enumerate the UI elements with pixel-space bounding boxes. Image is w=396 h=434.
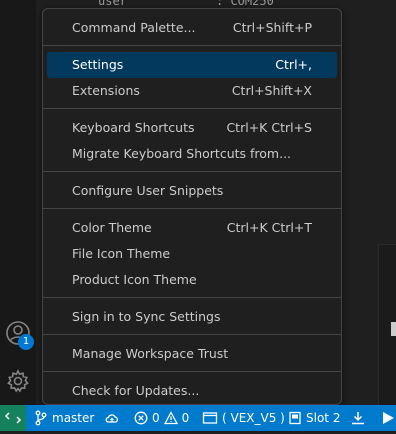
menu-item-label: Command Palette... (72, 20, 196, 35)
menu-item-label: Manage Workspace Trust (72, 346, 229, 361)
error-count: 0 (152, 411, 160, 425)
menu-separator (43, 371, 341, 372)
problems-status[interactable]: 0 0 (134, 405, 189, 431)
menu-item-sync-settings[interactable]: Sign in to Sync Settings (47, 304, 337, 330)
menu-item-keyboard-shortcuts[interactable]: Keyboard Shortcuts Ctrl+K Ctrl+S (47, 115, 337, 141)
editor-text-fragment: : COM250 (216, 0, 274, 8)
slot-status[interactable]: Slot 2 (288, 405, 340, 431)
activity-bar: 1 (0, 0, 36, 405)
menu-item-extensions[interactable]: Extensions Ctrl+Shift+X (47, 78, 337, 104)
menu-item-label: Sign in to Sync Settings (72, 309, 221, 324)
menu-item-user-snippets[interactable]: Configure User Snippets (47, 178, 337, 204)
menu-separator (43, 297, 341, 298)
error-icon (134, 411, 148, 425)
accounts-badge: 1 (18, 334, 34, 350)
menu-item-shortcut: Ctrl+Shift+X (231, 83, 312, 98)
menu-separator (43, 208, 341, 209)
menu-item-product-icon-theme[interactable]: Product Icon Theme (47, 267, 337, 293)
cloud-upload-icon (105, 414, 118, 423)
remote-indicator[interactable] (0, 405, 26, 431)
sync-status[interactable] (104, 405, 120, 431)
project-status[interactable]: ( VEX_V5 ) (202, 405, 285, 431)
run-button[interactable] (380, 405, 396, 431)
warning-icon (163, 411, 178, 425)
menu-item-label: Migrate Keyboard Shortcuts from... (72, 146, 292, 161)
warning-count: 0 (181, 411, 190, 425)
branch-status[interactable]: master (34, 405, 94, 431)
menu-item-label: Configure User Snippets (72, 183, 224, 198)
menu-item-label: Product Icon Theme (72, 272, 197, 287)
menu-item-shortcut: Ctrl+Shift+P (232, 20, 312, 35)
menu-separator (43, 171, 341, 172)
menu-separator (43, 334, 341, 335)
menu-item-check-updates[interactable]: Check for Updates... (47, 378, 337, 404)
menu-item-shortcut: Ctrl+, (275, 57, 312, 72)
editor-text-fragment: user (98, 0, 127, 8)
branch-name: master (52, 411, 95, 425)
menu-item-shortcut: Ctrl+K Ctrl+S (226, 120, 312, 135)
manage-menu: Command Palette... Ctrl+Shift+P Settings… (42, 8, 342, 405)
remote-icon (4, 412, 22, 424)
menu-item-command-palette[interactable]: Command Palette... Ctrl+Shift+P (47, 15, 337, 41)
download-button[interactable] (350, 405, 366, 431)
play-icon (383, 412, 394, 424)
menu-item-workspace-trust[interactable]: Manage Workspace Trust (47, 341, 337, 367)
menu-item-file-icon-theme[interactable]: File Icon Theme (47, 241, 337, 267)
download-icon (352, 412, 364, 425)
slot-name: Slot 2 (306, 411, 341, 425)
status-bar: master 0 0 ( VEX_V5 ) Slot 2 (0, 405, 396, 431)
menu-separator (43, 108, 341, 109)
gear-icon[interactable] (5, 368, 31, 394)
menu-item-shortcut: Ctrl+K Ctrl+T (226, 220, 312, 235)
menu-item-label: Settings (72, 57, 124, 72)
menu-item-label: Keyboard Shortcuts (72, 120, 195, 135)
menu-separator (43, 45, 341, 46)
project-name: ( VEX_V5 ) (222, 411, 285, 425)
slot-icon (289, 411, 301, 425)
menu-item-label: Extensions (72, 83, 140, 98)
menu-item-label: Check for Updates... (72, 383, 200, 398)
menu-item-settings[interactable]: Settings Ctrl+, (47, 52, 337, 78)
menu-item-migrate-shortcuts[interactable]: Migrate Keyboard Shortcuts from... (47, 141, 337, 167)
menu-item-color-theme[interactable]: Color Theme Ctrl+K Ctrl+T (47, 215, 337, 241)
window-icon (202, 412, 218, 424)
git-branch-icon (35, 410, 47, 426)
menu-item-label: Color Theme (72, 220, 152, 235)
menu-item-label: File Icon Theme (72, 246, 171, 261)
panel-indicator (391, 322, 396, 336)
